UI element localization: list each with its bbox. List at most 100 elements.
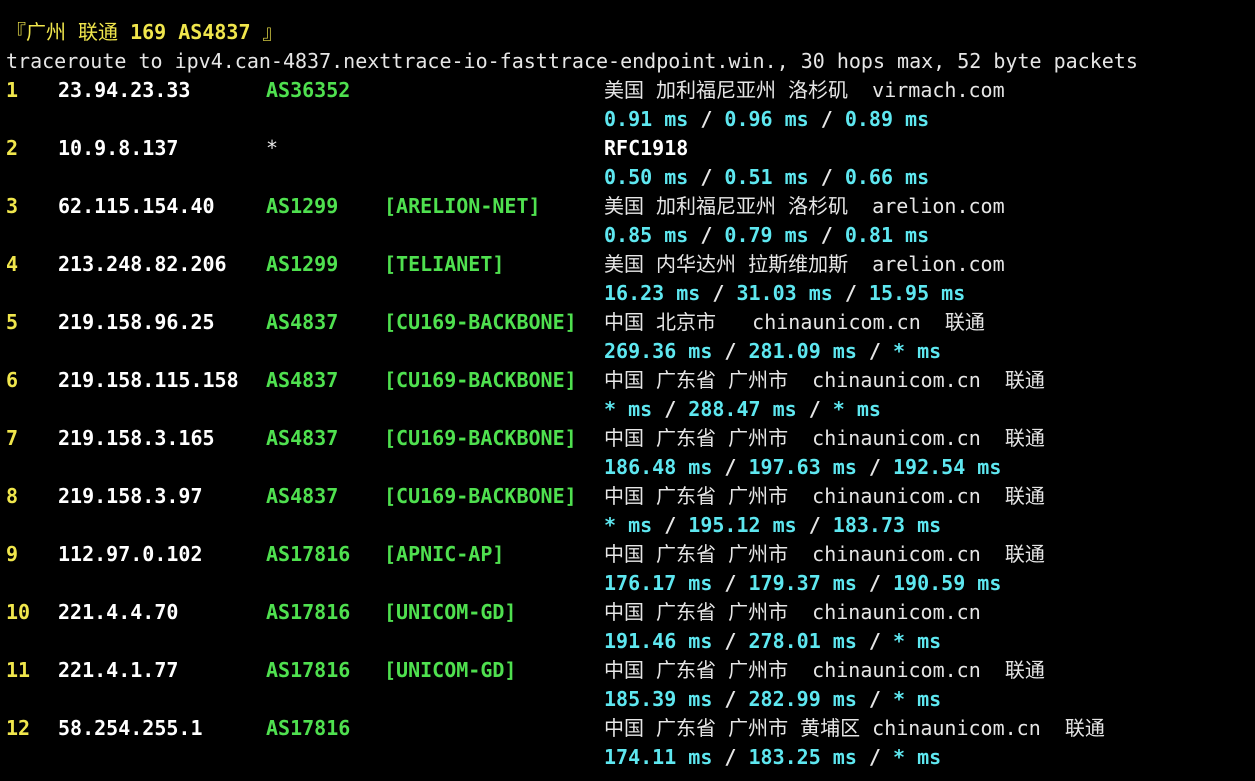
rtt-value: 288.47 ms xyxy=(688,397,797,421)
rtt-separator: / xyxy=(796,513,833,537)
rtt-value: * ms xyxy=(604,397,653,421)
rtt-value: 176.17 ms xyxy=(604,571,713,595)
rtt-value: 183.73 ms xyxy=(832,513,942,537)
hop-org: [CU169-BACKBONE] xyxy=(384,484,577,508)
rtt-value: * ms xyxy=(893,629,942,653)
hop-org: [UNICOM-GD] xyxy=(384,600,517,624)
rtt-value: 0.51 ms xyxy=(724,165,809,189)
rtt-separator: / xyxy=(652,513,689,537)
terminal-window: 『广州 联通 169 AS4837 』 traceroute to ipv4.c… xyxy=(0,0,1255,781)
rtt-separator: / xyxy=(808,165,845,189)
title-bracket-close: 』 xyxy=(262,20,283,44)
hop-geo: RFC1918 xyxy=(604,136,689,160)
hop-org: [CU169-BACKBONE] xyxy=(384,426,577,450)
rtt-value: 282.99 ms xyxy=(748,687,857,711)
rtt-value: 174.11 ms xyxy=(604,745,713,769)
traceroute-header: traceroute to ipv4.can-4837.nexttrace-io… xyxy=(6,49,1138,73)
hop-ip: 112.97.0.102 xyxy=(58,542,203,566)
rtt-value: 0.96 ms xyxy=(724,107,809,131)
hop-asn: AS4837 xyxy=(266,484,339,508)
rtt-separator: / xyxy=(712,745,749,769)
rtt-separator: / xyxy=(712,687,749,711)
rtt-value: 31.03 ms xyxy=(736,281,833,305)
hop-row: 12 58.254.255.1 AS17816 中国 广东省 广州市 黄埔区 chin… xyxy=(0,714,1255,743)
hop-rtt: 191.46 ms / 278.01 ms / * ms xyxy=(604,627,941,656)
rtt-separator: / xyxy=(712,629,749,653)
hop-number: 9 xyxy=(6,542,19,566)
trace-title: 『广州 联通 169 AS4837 』 xyxy=(6,18,283,47)
hop-asn: AS17816 xyxy=(266,600,351,624)
hop-rtt-row: * ms / 288.47 ms / * ms xyxy=(0,395,1255,424)
hop-ip: 221.4.4.70 xyxy=(58,600,179,624)
hop-geo: 美国 加利福尼亚州 洛杉矶 virmach.com xyxy=(604,78,1005,102)
rtt-value: 0.91 ms xyxy=(604,107,689,131)
hop-ip: 219.158.115.158 xyxy=(58,368,239,392)
hop-org: [APNIC-AP] xyxy=(384,542,505,566)
rtt-separator: / xyxy=(832,281,869,305)
hop-rtt-row: 185.39 ms / 282.99 ms / * ms xyxy=(0,685,1255,714)
hop-ip: 23.94.23.33 xyxy=(58,78,191,102)
title-city: 广州 xyxy=(26,20,66,44)
rtt-separator: / xyxy=(688,223,725,247)
hop-ip: 10.9.8.137 xyxy=(58,136,179,160)
hop-row: 10 221.4.4.70 AS17816 [UNICOM-GD] 中国 广东省 广州市… xyxy=(0,598,1255,627)
hop-number: 2 xyxy=(6,136,19,160)
rtt-separator: / xyxy=(688,165,725,189)
rtt-separator: / xyxy=(712,571,749,595)
rtt-value: * ms xyxy=(604,513,653,537)
hop-org: [CU169-BACKBONE] xyxy=(384,310,577,334)
hop-rtt-row: 0.91 ms / 0.96 ms / 0.89 ms xyxy=(0,105,1255,134)
hop-rtt: 0.91 ms / 0.96 ms / 0.89 ms xyxy=(604,105,929,134)
hop-rtt: 0.50 ms / 0.51 ms / 0.66 ms xyxy=(604,163,929,192)
hop-row: 1 23.94.23.33 AS36352 美国 加利福尼亚州 洛杉矶 virmach… xyxy=(0,76,1255,105)
hop-rtt-row: * ms / 195.12 ms / 183.73 ms xyxy=(0,511,1255,540)
rtt-value: 186.48 ms xyxy=(604,455,713,479)
hop-ip: 219.158.96.25 xyxy=(58,310,215,334)
hop-row: 3 62.115.154.40 AS1299 [ARELION-NET] 美国 加利福尼… xyxy=(0,192,1255,221)
hop-rtt: 174.11 ms / 183.25 ms / * ms xyxy=(604,743,941,772)
hop-ip: 213.248.82.206 xyxy=(58,252,227,276)
rtt-separator: / xyxy=(796,397,833,421)
hop-org: [UNICOM-GD] xyxy=(384,658,517,682)
hop-org: [CU169-BACKBONE] xyxy=(384,368,577,392)
hop-number: 7 xyxy=(6,426,19,450)
rtt-value: 278.01 ms xyxy=(748,629,857,653)
rtt-value: 185.39 ms xyxy=(604,687,713,711)
hop-asn: AS17816 xyxy=(266,716,351,740)
hop-row: 8 219.158.3.97 AS4837 [CU169-BACKBONE] 中国 广东… xyxy=(0,482,1255,511)
hop-row: 7 219.158.3.165 AS4837 [CU169-BACKBONE] 中国 广… xyxy=(0,424,1255,453)
rtt-value: 197.63 ms xyxy=(748,455,857,479)
hop-rtt: 185.39 ms / 282.99 ms / * ms xyxy=(604,685,941,714)
hop-rtt-row: 269.36 ms / 281.09 ms / * ms xyxy=(0,337,1255,366)
hop-row: 2 10.9.8.137 * RFC1918 xyxy=(0,134,1255,163)
hop-ip: 58.254.255.1 xyxy=(58,716,203,740)
hop-number: 3 xyxy=(6,194,19,218)
rtt-value: 0.79 ms xyxy=(724,223,809,247)
hop-geo: 中国 广东省 广州市 黄埔区 chinaunicom.cn 联通 xyxy=(604,716,1105,740)
title-asn: 169 AS4837 xyxy=(130,20,251,44)
title-carrier: 联通 xyxy=(78,20,119,44)
hop-row: 5 219.158.96.25 AS4837 [CU169-BACKBONE] 中国 北… xyxy=(0,308,1255,337)
title-bracket-open: 『 xyxy=(6,20,26,44)
rtt-separator: / xyxy=(856,745,893,769)
rtt-value: 183.25 ms xyxy=(748,745,857,769)
rtt-value: 269.36 ms xyxy=(604,339,713,363)
rtt-value: 0.89 ms xyxy=(844,107,930,131)
hop-geo: 美国 加利福尼亚州 洛杉矶 arelion.com xyxy=(604,194,1005,218)
hop-number: 11 xyxy=(6,658,31,682)
hop-asn: AS4837 xyxy=(266,310,339,334)
rtt-value: * ms xyxy=(893,745,942,769)
hop-org: [ARELION-NET] xyxy=(384,194,541,218)
rtt-value: 195.12 ms xyxy=(688,513,797,537)
hop-asn: AS4837 xyxy=(266,426,339,450)
rtt-value: 190.59 ms xyxy=(893,571,1002,595)
hop-rtt-row: 0.50 ms / 0.51 ms / 0.66 ms xyxy=(0,163,1255,192)
rtt-separator: / xyxy=(856,455,893,479)
hop-number: 6 xyxy=(6,368,19,392)
hop-rtt-row: 176.17 ms / 179.37 ms / 190.59 ms xyxy=(0,569,1255,598)
hop-geo: 中国 广东省 广州市 chinaunicom.cn 联通 xyxy=(604,426,1045,450)
hop-asn: AS1299 xyxy=(266,194,339,218)
hop-rtt-row: 0.85 ms / 0.79 ms / 0.81 ms xyxy=(0,221,1255,250)
hop-number: 1 xyxy=(6,78,19,102)
rtt-separator: / xyxy=(688,107,725,131)
